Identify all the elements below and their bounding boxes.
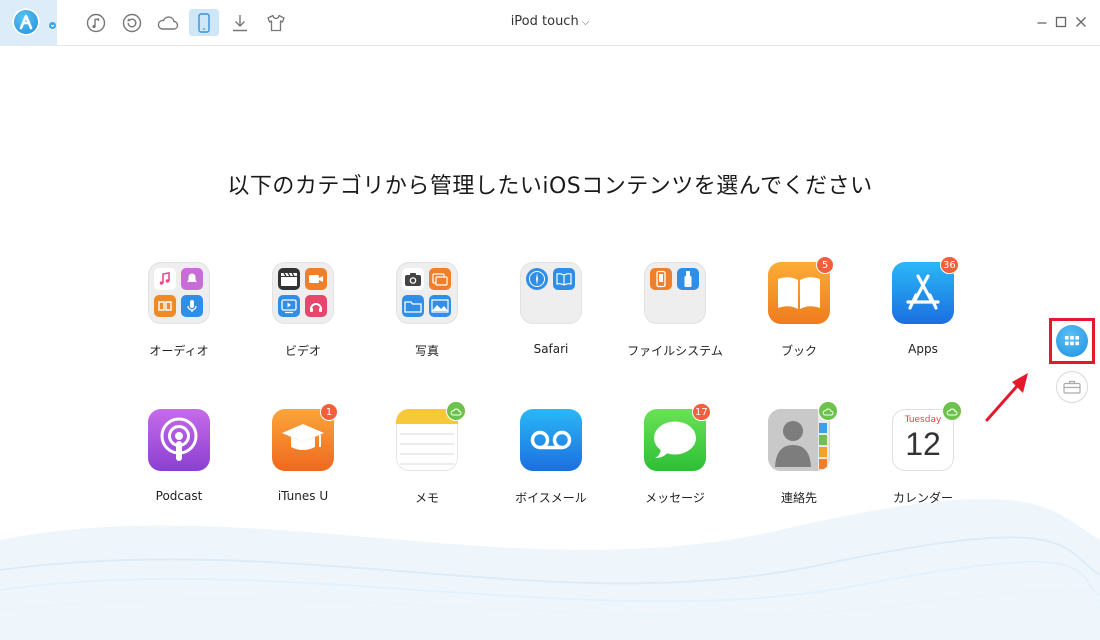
category-calendar[interactable]: Tuesday 12 カレンダー	[862, 401, 982, 519]
toolbox-icon	[1063, 380, 1081, 394]
top-bar: iPod touch ⌵	[0, 0, 1100, 46]
skin-button[interactable]	[261, 9, 291, 36]
category-itunes-u[interactable]: 1 iTunes U	[242, 403, 362, 519]
maximize-icon	[1055, 16, 1067, 28]
category-notes[interactable]: メモ	[366, 401, 486, 519]
category-label: Safari	[533, 342, 569, 356]
category-view-button[interactable]	[1056, 325, 1088, 357]
category-label: iTunes U	[277, 489, 329, 503]
category-file-system[interactable]: ファイルシステム	[614, 262, 734, 372]
category-label: ブック	[780, 344, 817, 358]
voicemail-icon	[520, 409, 582, 471]
apps-count-badge: 36	[940, 256, 959, 274]
restore-icon	[122, 13, 142, 32]
tshirt-icon	[267, 14, 285, 31]
device-selector[interactable]: iPod touch ⌵	[511, 14, 590, 29]
close-icon	[1076, 17, 1086, 27]
icloud-sync-icon	[942, 401, 962, 421]
category-voicemail[interactable]: ボイスメール	[490, 409, 610, 519]
category-video[interactable]: ビデオ	[242, 262, 362, 372]
category-label: 連絡先	[780, 491, 817, 505]
page-headline: 以下のカテゴリから管理したいiOSコンテンツを選んでください	[227, 174, 873, 199]
category-messages[interactable]: 17 メッセージ	[614, 403, 734, 519]
minimize-button[interactable]	[1034, 13, 1050, 31]
podcast-icon	[148, 409, 210, 471]
category-label: Podcast	[155, 489, 203, 503]
maximize-button[interactable]	[1053, 13, 1069, 31]
app-menu[interactable]	[0, 0, 57, 45]
messages-count-badge: 17	[692, 403, 711, 421]
category-audio[interactable]: オーディオ	[118, 262, 238, 372]
menu-caret-icon	[49, 22, 56, 29]
category-label: オーディオ	[149, 344, 209, 358]
close-button[interactable]	[1073, 13, 1089, 31]
category-label: カレンダー	[892, 491, 953, 505]
file-system-folder-icon	[644, 262, 706, 324]
music-manager-button[interactable]	[81, 9, 111, 36]
category-contacts[interactable]: 連絡先	[738, 401, 858, 519]
category-label: 写真	[414, 344, 439, 358]
category-label: ファイルシステム	[627, 344, 723, 358]
cloud-icon	[157, 15, 179, 30]
category-label: ビデオ	[284, 344, 321, 358]
category-safari[interactable]: Safari	[490, 262, 610, 372]
category-label: ボイスメール	[515, 491, 587, 505]
category-apps[interactable]: 36 Apps	[862, 256, 982, 372]
category-label: メッセージ	[645, 491, 705, 505]
video-folder-icon	[272, 262, 334, 324]
device-icon	[198, 12, 210, 33]
category-label: Apps	[908, 342, 938, 356]
restore-button[interactable]	[117, 9, 147, 36]
icloud-sync-icon	[818, 401, 838, 421]
device-manager-button[interactable]	[189, 9, 219, 36]
category-podcast[interactable]: Podcast	[118, 409, 238, 519]
toolbox-button[interactable]	[1056, 371, 1088, 403]
audio-folder-icon	[148, 262, 210, 324]
minimize-icon	[1037, 22, 1047, 24]
icloud-button[interactable]	[153, 9, 183, 36]
grid-icon	[1065, 336, 1079, 346]
category-books[interactable]: 5 ブック	[738, 256, 858, 372]
download-icon	[233, 14, 247, 31]
calendar-day: 12	[905, 426, 941, 462]
category-photos[interactable]: 写真	[366, 262, 486, 372]
annotation-arrow-icon	[985, 373, 1028, 422]
anytrans-logo-icon	[12, 8, 40, 36]
chevron-down-icon: ⌵	[581, 17, 590, 28]
category-label: メモ	[414, 491, 439, 505]
download-button[interactable]	[225, 9, 255, 36]
safari-folder-icon	[520, 262, 582, 324]
photo-folder-icon	[396, 262, 458, 324]
music-icon	[86, 13, 106, 32]
books-count-badge: 5	[816, 256, 834, 274]
itunes-u-count-badge: 1	[320, 403, 338, 421]
device-name: iPod touch	[510, 14, 579, 29]
icloud-sync-icon	[446, 401, 466, 421]
